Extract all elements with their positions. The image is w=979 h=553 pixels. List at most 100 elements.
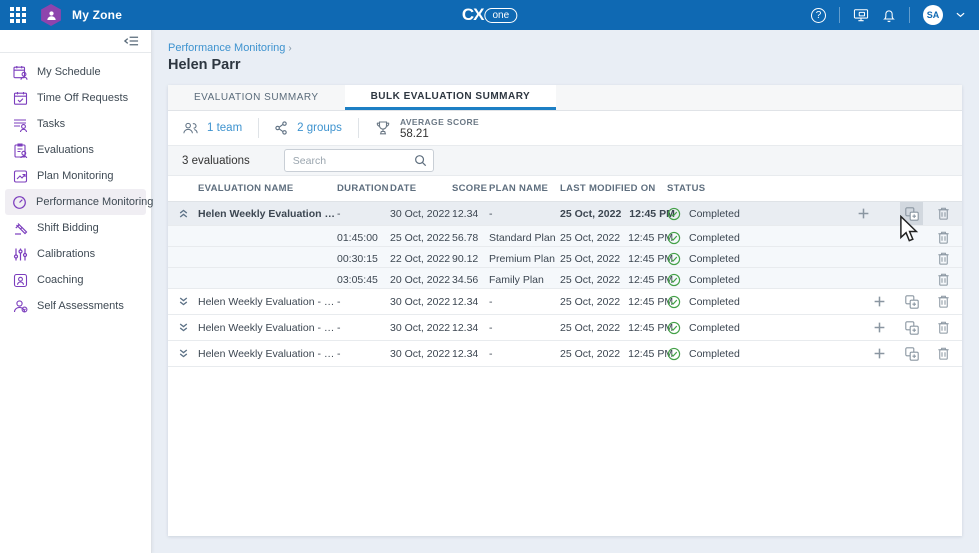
person-icon bbox=[45, 9, 58, 22]
completed-check-icon bbox=[667, 273, 681, 287]
copy-icon[interactable] bbox=[900, 342, 923, 365]
table-row[interactable]: Helen Weekly Evaluation - June...-30 Oct… bbox=[168, 202, 962, 226]
expander-down-icon[interactable] bbox=[168, 348, 198, 359]
date-value: 30 Oct, 2022 bbox=[390, 322, 452, 334]
sidebar-nav: My Schedule Time Off RequestsTasks Evaluat… bbox=[0, 30, 152, 553]
breadcrumb-link[interactable]: Performance Monitoring bbox=[168, 42, 285, 54]
collapse-sidebar-icon[interactable] bbox=[124, 35, 139, 47]
tab-bulk-evaluation-summary[interactable]: BULK EVALUATION SUMMARY bbox=[345, 85, 557, 110]
last-modified-value: 25 Oct, 202212:45 PM bbox=[560, 232, 667, 244]
groups-link[interactable]: 2 groups bbox=[275, 121, 342, 135]
trash-icon[interactable] bbox=[932, 226, 955, 249]
sidebar-item-label: My Schedule bbox=[37, 66, 101, 78]
average-score-label: AVERAGE SCORE bbox=[400, 117, 479, 127]
evaluations-icon bbox=[12, 143, 28, 158]
expander-down-icon[interactable] bbox=[168, 322, 198, 333]
last-modified-value: 25 Oct, 202212:45 PM bbox=[560, 296, 667, 308]
evaluation-name: Helen Weekly Evaluation - June 20 bbox=[198, 322, 337, 334]
top-header: My Zone CX one ? SA bbox=[0, 0, 979, 30]
tab-bar: EVALUATION SUMMARY BULK EVALUATION SUMMA… bbox=[168, 85, 962, 111]
evaluation-card: EVALUATION SUMMARY BULK EVALUATION SUMMA… bbox=[168, 85, 962, 536]
trash-icon[interactable] bbox=[932, 247, 955, 270]
column-header-score: SCORE bbox=[452, 183, 489, 194]
trash-icon[interactable] bbox=[932, 316, 955, 339]
sidebar-item-schedule[interactable]: My Schedule bbox=[5, 59, 146, 85]
row-actions bbox=[868, 290, 962, 313]
app-launcher-icon[interactable] bbox=[10, 7, 26, 23]
search-input[interactable] bbox=[293, 155, 414, 167]
team-link[interactable]: 1 team bbox=[182, 121, 242, 135]
table-row[interactable]: 03:05:4520 Oct, 202234.56Family Plan25 O… bbox=[168, 268, 962, 289]
trash-icon[interactable] bbox=[932, 290, 955, 313]
plus-icon[interactable] bbox=[868, 290, 891, 313]
sidebar-item-shift-bidding[interactable]: Shift Bidding bbox=[5, 215, 146, 241]
table-row[interactable]: 00:30:1522 Oct, 202290.12Premium Plan25 … bbox=[168, 247, 962, 268]
copy-icon[interactable] bbox=[900, 316, 923, 339]
copy-icon[interactable] bbox=[900, 290, 923, 313]
tab-evaluation-summary[interactable]: EVALUATION SUMMARY bbox=[168, 85, 345, 110]
status-cell: Completed bbox=[667, 273, 932, 287]
column-header-status: STATUS bbox=[667, 183, 962, 194]
table-row[interactable]: Helen Weekly Evaluation - June 20-30 Oct… bbox=[168, 289, 962, 315]
score-value: 90.12 bbox=[452, 253, 489, 265]
sidebar-item-performance-monitoring[interactable]: Performance Monitoring bbox=[5, 189, 146, 215]
table-row[interactable]: Helen Weekly Evaluation - June 20-30 Oct… bbox=[168, 341, 962, 367]
date-value: 20 Oct, 2022 bbox=[390, 274, 452, 286]
sidebar-item-tasks[interactable]: Tasks bbox=[5, 111, 146, 137]
sidebar-item-coaching[interactable]: Coaching bbox=[5, 267, 146, 293]
help-icon[interactable]: ? bbox=[811, 8, 826, 23]
shift-bidding-icon bbox=[12, 221, 28, 236]
plan-name-value: Premium Plan bbox=[489, 253, 560, 265]
table-toolbar: 3 evaluations bbox=[168, 145, 962, 176]
completed-check-icon bbox=[667, 295, 681, 309]
expander-down-icon[interactable] bbox=[168, 296, 198, 307]
row-actions bbox=[932, 226, 962, 249]
groups-icon bbox=[275, 121, 289, 135]
user-menu-chevron-icon[interactable] bbox=[956, 10, 965, 20]
plus-icon[interactable] bbox=[868, 342, 891, 365]
plus-icon[interactable] bbox=[852, 202, 875, 225]
self-assessments-icon bbox=[12, 299, 28, 314]
user-avatar[interactable]: SA bbox=[923, 5, 943, 25]
evaluation-name: Helen Weekly Evaluation - June 20 bbox=[198, 296, 337, 308]
my-zone-app-icon[interactable] bbox=[40, 4, 62, 26]
date-value: 25 Oct, 2022 bbox=[390, 232, 452, 244]
trash-icon[interactable] bbox=[932, 268, 955, 291]
sidebar-item-label: Evaluations bbox=[37, 144, 94, 156]
search-box[interactable] bbox=[284, 149, 434, 172]
sidebar-item-calibrations[interactable]: Calibrations bbox=[5, 241, 146, 267]
sidebar-item-plan-monitoring[interactable]: Plan Monitoring bbox=[5, 163, 146, 189]
performance-monitoring-icon bbox=[12, 195, 27, 210]
row-actions bbox=[852, 202, 962, 225]
sidebar-item-self-assessments[interactable]: Self Assessments bbox=[5, 293, 146, 319]
status-cell: Completed bbox=[667, 252, 932, 266]
screen-share-icon[interactable] bbox=[853, 8, 869, 22]
breadcrumb[interactable]: Performance Monitoring› bbox=[168, 42, 962, 54]
notifications-bell-icon[interactable] bbox=[882, 8, 896, 23]
expander-up-icon[interactable] bbox=[168, 208, 198, 219]
modified-date: 25 Oct, 2022 bbox=[560, 274, 620, 286]
sidebar-item-label: Calibrations bbox=[37, 248, 95, 260]
trash-icon[interactable] bbox=[932, 342, 955, 365]
last-modified-value: 25 Oct, 202212:45 PM bbox=[560, 322, 667, 334]
evaluation-name: Helen Weekly Evaluation - June 20 bbox=[198, 348, 337, 360]
column-header-plan-name: PLAN NAME bbox=[489, 183, 560, 194]
row-actions bbox=[932, 247, 962, 270]
sidebar-item-time-off[interactable]: Time Off Requests bbox=[5, 85, 146, 111]
date-value: 30 Oct, 2022 bbox=[390, 208, 452, 220]
table-header: EVALUATION NAME DURATION DATE SCORE PLAN… bbox=[168, 176, 962, 202]
row-actions bbox=[868, 342, 962, 365]
page-title: Helen Parr bbox=[168, 57, 962, 73]
table-body: Helen Weekly Evaluation - June...-30 Oct… bbox=[168, 202, 962, 367]
table-row[interactable]: Helen Weekly Evaluation - June 20-30 Oct… bbox=[168, 315, 962, 341]
status-label: Completed bbox=[689, 348, 740, 360]
table-row[interactable]: 01:45:0025 Oct, 202256.78Standard Plan25… bbox=[168, 226, 962, 247]
status-cell: Completed bbox=[667, 321, 868, 335]
plus-icon[interactable] bbox=[868, 316, 891, 339]
schedule-icon bbox=[12, 65, 28, 80]
last-modified-value: 25 Oct, 202212:45 PM bbox=[560, 274, 667, 286]
sidebar-item-evaluations[interactable]: Evaluations bbox=[5, 137, 146, 163]
trash-icon[interactable] bbox=[932, 202, 955, 225]
status-cell: Completed bbox=[667, 207, 852, 221]
copy-icon[interactable] bbox=[900, 202, 923, 225]
